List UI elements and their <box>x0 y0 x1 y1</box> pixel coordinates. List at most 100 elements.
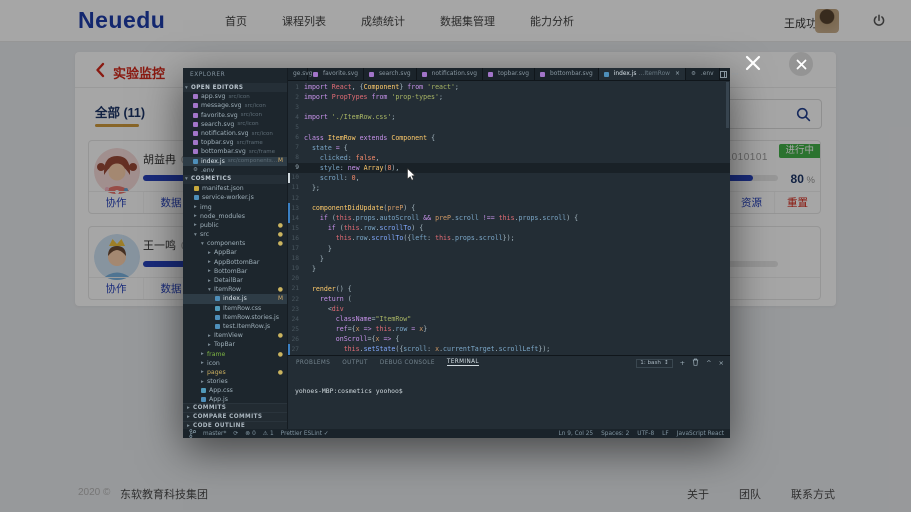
panel-tab-1[interactable]: OUTPUT <box>342 360 368 366</box>
sync-icon[interactable]: ⟳ <box>233 431 238 437</box>
explorer-row[interactable]: message.svgsrc/icon <box>183 101 287 110</box>
more-actions-icon[interactable]: ⋯ <box>732 70 739 78</box>
svg-file-icon <box>540 72 545 77</box>
git-modified-badge: M <box>278 296 283 302</box>
explorer-bottom-section-2[interactable]: ▸CODE OUTLINE <box>183 421 287 429</box>
modal-close-icon[interactable] <box>744 54 762 77</box>
explorer-row[interactable]: ▸public● <box>183 221 287 230</box>
explorer-row[interactable]: ▸pages● <box>183 368 287 377</box>
explorer-row[interactable]: ▸img <box>183 202 287 211</box>
explorer-row[interactable]: ItemRow.css <box>183 304 287 313</box>
editor-tab-7[interactable]: ⚙.env <box>686 68 720 80</box>
warnings-count[interactable]: ⚠1 <box>263 431 274 437</box>
explorer-row[interactable]: ⚙.env <box>183 166 287 175</box>
explorer-row[interactable]: ▸ItemView● <box>183 331 287 340</box>
explorer-row[interactable]: ▸TopBar <box>183 340 287 349</box>
editor-tab-3[interactable]: notification.svg <box>417 68 483 80</box>
code-text: } <box>304 265 316 273</box>
explorer-row[interactable]: bottombar.svgsrc/frame <box>183 147 287 156</box>
status-right-1[interactable]: Spaces: 2 <box>601 431 629 437</box>
tab-close-icon[interactable]: × <box>675 71 680 77</box>
formatter-status[interactable]: Prettier ESLint ✓ <box>281 431 329 437</box>
explorer-row[interactable]: ▸AppBottomBar <box>183 258 287 267</box>
terminal-prompt[interactable]: yohoes-MBP:cosmetics yoohoo$ <box>295 387 403 395</box>
explorer-row[interactable]: ▾ItemRow● <box>183 285 287 294</box>
explorer-row[interactable]: index.jssrc/components…M <box>183 157 287 166</box>
svg-file-icon <box>193 131 198 136</box>
row-label: notification.svg <box>201 130 249 137</box>
js-file-icon <box>194 195 199 200</box>
explorer-row[interactable]: test.ItemRow.js <box>183 322 287 331</box>
editor-tab-1[interactable]: favorite.svg <box>308 68 364 80</box>
svg-file-icon <box>369 72 374 77</box>
explorer-row[interactable]: ▸icon <box>183 359 287 368</box>
explorer-row[interactable]: topbar.svgsrc/frame <box>183 138 287 147</box>
chevron-up-icon[interactable]: ^ <box>706 359 711 367</box>
status-right-2[interactable]: UTF-8 <box>637 431 654 437</box>
status-right-0[interactable]: Ln 9, Col 25 <box>559 431 594 437</box>
tab-label: .env <box>701 71 714 77</box>
explorer-row[interactable]: ▾src● <box>183 230 287 239</box>
git-branch-icon[interactable] <box>189 429 196 438</box>
editor-tab-2[interactable]: search.svg <box>364 68 417 80</box>
explorer-row[interactable]: notification.svgsrc/icon <box>183 129 287 138</box>
row-path: src/components… <box>228 158 277 164</box>
row-label: DetailBar <box>214 277 243 284</box>
status-right-4[interactable]: JavaScript React <box>677 431 724 437</box>
editor-tab-6[interactable]: index.js…ItemRow× <box>599 68 686 80</box>
explorer-row[interactable]: ▸node_modules <box>183 212 287 221</box>
explorer-row[interactable]: manifest.json <box>183 184 287 193</box>
status-right-3[interactable]: LF <box>662 431 669 437</box>
vscode-code-editor[interactable]: 1import React, {Component} from 'react';… <box>288 82 730 355</box>
panel-tab-2[interactable]: DEBUG CONSOLE <box>380 360 435 366</box>
line-number: 27 <box>288 346 304 353</box>
explorer-row[interactable]: App.css <box>183 386 287 395</box>
editor-tab-4[interactable]: topbar.svg <box>483 68 535 80</box>
row-label: index.js <box>201 158 225 165</box>
panel-tab-3[interactable]: TERMINAL <box>447 359 479 366</box>
explorer-bottom-section-0[interactable]: ▸COMMITS <box>183 403 287 412</box>
row-label: test.ItemRow.js <box>223 323 270 330</box>
git-branch-label[interactable]: master* <box>203 431 226 437</box>
vscode-screenshot-modal: EXPLORER ▾OPEN EDITORSapp.svgsrc/iconmes… <box>183 68 730 438</box>
panel-close-icon[interactable]: × <box>719 359 724 367</box>
new-terminal-icon[interactable]: + <box>680 359 685 367</box>
explorer-row[interactable]: ▸stories <box>183 377 287 386</box>
code-line: 3 <box>288 102 730 112</box>
editor-tab-5[interactable]: bottombar.svg <box>535 68 599 80</box>
trash-icon[interactable] <box>692 358 699 368</box>
row-label: search.svg <box>201 121 234 128</box>
code-text: } <box>304 255 324 263</box>
explorer-row[interactable]: ▸AppBar <box>183 248 287 257</box>
explorer-row[interactable]: favorite.svgsrc/icon <box>183 111 287 120</box>
explorer-row[interactable]: ▸frame● <box>183 349 287 358</box>
editor-scrollbar[interactable] <box>726 82 729 128</box>
row-label: index.js <box>223 295 247 302</box>
explorer-row[interactable]: ▾components● <box>183 239 287 248</box>
split-editor-icon[interactable] <box>720 71 727 78</box>
row-label: icon <box>207 360 220 367</box>
explorer-row[interactable]: index.js M <box>183 294 287 303</box>
code-line: 13 componentDidUpdate(preP) { <box>288 203 730 213</box>
panel-tab-0[interactable]: PROBLEMS <box>296 360 330 366</box>
editor-tab-0[interactable]: ge.svg <box>288 68 308 80</box>
errors-count[interactable]: ⊗0 <box>245 431 256 437</box>
shell-selector[interactable]: 1: bash↕ <box>636 359 672 368</box>
code-line: 25 ref={x => this.row = x} <box>288 324 730 334</box>
code-line: 8 clicked: false, <box>288 153 730 163</box>
git-gutter-marker <box>288 203 290 213</box>
explorer-row[interactable]: service-worker.js <box>183 193 287 202</box>
explorer-section-header[interactable]: ▾OPEN EDITORS <box>183 83 287 92</box>
explorer-row[interactable]: ItemRow.stories.js <box>183 313 287 322</box>
modal-close-circle-button[interactable] <box>789 52 813 76</box>
row-label: frame <box>207 351 225 358</box>
explorer-section-header[interactable]: ▾COSMETICS <box>183 175 287 184</box>
explorer-row[interactable]: ▸BottomBar <box>183 267 287 276</box>
row-label: TopBar <box>214 341 235 348</box>
git-dot-badge: ● <box>278 231 283 238</box>
row-path: src/icon <box>241 112 262 118</box>
explorer-row[interactable]: ▸DetailBar <box>183 276 287 285</box>
explorer-bottom-section-1[interactable]: ▸COMPARE COMMITS <box>183 412 287 421</box>
explorer-row[interactable]: app.svgsrc/icon <box>183 92 287 101</box>
explorer-row[interactable]: search.svgsrc/icon <box>183 120 287 129</box>
